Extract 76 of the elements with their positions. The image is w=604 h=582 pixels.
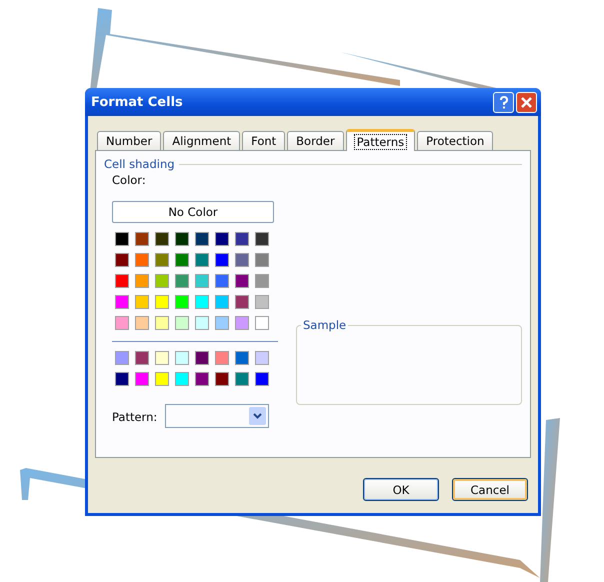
sample-title: Sample [301,318,348,332]
color-swatch[interactable] [255,372,269,386]
color-swatch[interactable] [155,316,169,330]
color-swatch[interactable] [115,232,129,246]
color-swatch[interactable] [215,232,229,246]
group-title: Cell shading [104,157,175,171]
color-swatch[interactable] [115,253,129,267]
color-swatch[interactable] [175,232,189,246]
color-label: Color: [112,173,147,187]
color-swatch[interactable] [115,372,129,386]
color-swatch[interactable] [115,351,129,365]
color-swatch[interactable] [135,295,149,309]
color-swatch[interactable] [155,351,169,365]
help-button[interactable] [493,92,514,112]
pattern-label: Pattern: [112,410,158,424]
color-swatch[interactable] [135,253,149,267]
color-swatch[interactable] [175,316,189,330]
color-swatch[interactable] [235,274,249,288]
tab[interactable]: Patterns [346,129,416,151]
color-swatch[interactable] [215,351,229,365]
color-swatch[interactable] [195,316,209,330]
color-swatch[interactable] [195,351,209,365]
color-swatch[interactable] [255,232,269,246]
close-button[interactable] [516,92,537,112]
color-swatch[interactable] [255,351,269,365]
color-swatch[interactable] [175,295,189,309]
color-swatch[interactable] [235,316,249,330]
close-icon [521,96,532,108]
color-swatch[interactable] [195,274,209,288]
color-swatch[interactable] [155,295,169,309]
color-swatch[interactable] [115,295,129,309]
tab[interactable]: Number [97,131,162,150]
color-swatch[interactable] [155,372,169,386]
color-swatch[interactable] [215,253,229,267]
color-swatch[interactable] [235,351,249,365]
no-color-button[interactable]: No Color [112,201,274,223]
color-swatch[interactable] [195,232,209,246]
color-swatch[interactable] [235,372,249,386]
color-swatch[interactable] [215,274,229,288]
color-swatch[interactable] [175,372,189,386]
color-swatch[interactable] [255,316,269,330]
tab[interactable]: Font [242,131,286,150]
color-swatch[interactable] [135,351,149,365]
color-swatch[interactable] [155,274,169,288]
color-swatch[interactable] [175,253,189,267]
color-swatch[interactable] [135,274,149,288]
color-swatch[interactable] [175,351,189,365]
color-swatch[interactable] [195,295,209,309]
tab[interactable]: Border [287,131,344,150]
window-title: Format Cells [91,94,184,110]
color-swatch[interactable] [235,295,249,309]
color-swatch[interactable] [135,232,149,246]
tab[interactable]: Protection [417,131,494,150]
color-swatch[interactable] [195,372,209,386]
color-swatch[interactable] [115,316,129,330]
color-swatch[interactable] [175,274,189,288]
ok-button[interactable]: OK [363,478,439,501]
color-swatch[interactable] [215,316,229,330]
color-swatch[interactable] [135,316,149,330]
color-swatch[interactable] [255,295,269,309]
chevron-down-icon [253,413,262,419]
pattern-dropdown[interactable] [165,404,270,428]
color-swatch[interactable] [255,253,269,267]
color-swatch[interactable] [195,253,209,267]
color-swatch[interactable] [155,253,169,267]
color-swatch[interactable] [135,372,149,386]
cancel-button[interactable]: Cancel [452,478,528,501]
color-swatch[interactable] [115,274,129,288]
help-icon [498,96,508,108]
color-swatch[interactable] [235,253,249,267]
color-swatch[interactable] [235,232,249,246]
color-swatch[interactable] [155,232,169,246]
color-swatch[interactable] [255,274,269,288]
color-swatch[interactable] [215,372,229,386]
color-swatch[interactable] [215,295,229,309]
tab[interactable]: Alignment [163,131,240,150]
